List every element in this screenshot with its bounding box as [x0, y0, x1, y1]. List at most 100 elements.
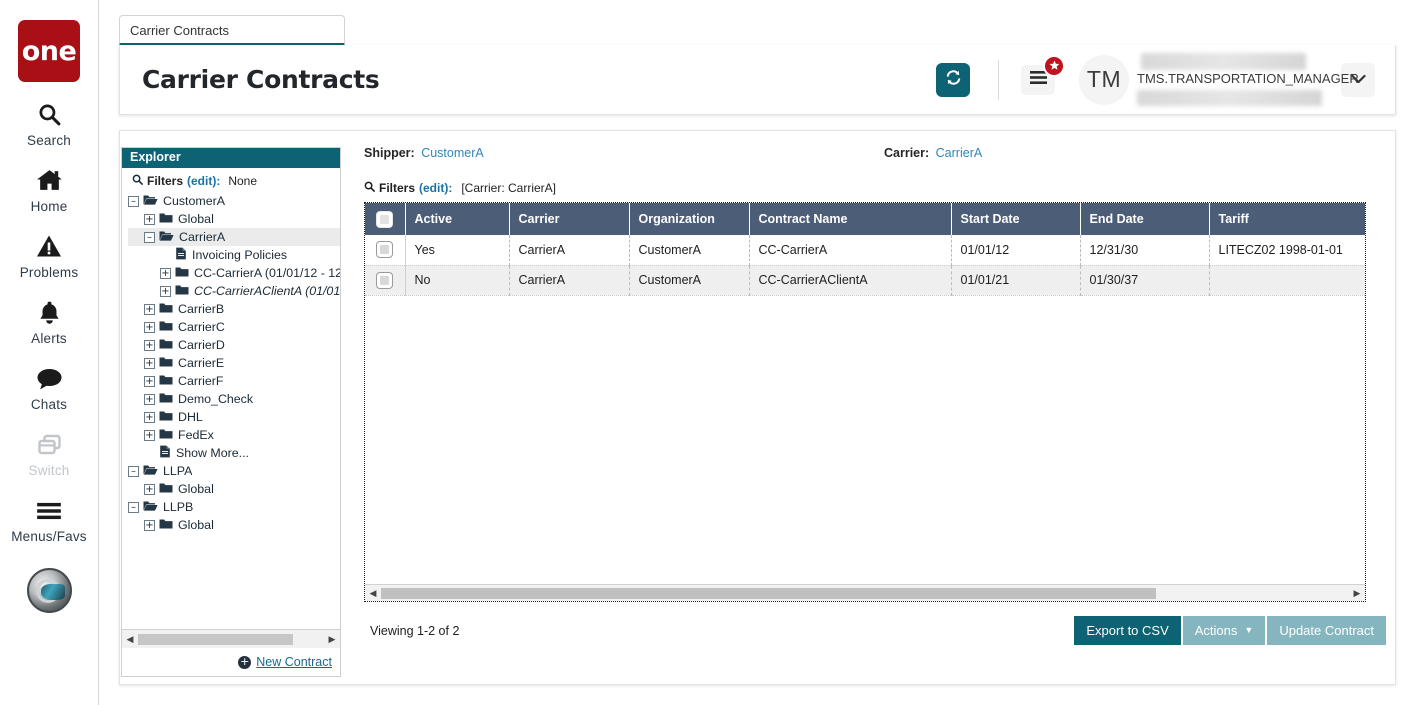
rail-item-alerts[interactable]: Alerts [0, 297, 99, 346]
cell-organization[interactable]: CustomerA [629, 265, 749, 295]
tree-node[interactable]: +CarrierC [128, 318, 340, 336]
tree-expand-icon[interactable]: + [144, 484, 155, 495]
cell-contract_name[interactable]: CC-CarrierAClientA [749, 265, 951, 295]
cell-value: CC-CarrierA [759, 243, 828, 257]
tree-node[interactable]: Show More... [128, 444, 340, 462]
row-select-cell[interactable] [365, 265, 405, 295]
tree-collapse-icon[interactable]: – [128, 502, 139, 513]
cell-carrier[interactable]: CarrierA [509, 265, 629, 295]
tree-node[interactable]: +CarrierB [128, 300, 340, 318]
explorer-horizontal-scrollbar[interactable]: ◀ ▶ [122, 629, 340, 648]
rail-user-avatar-image[interactable] [27, 568, 72, 613]
tree-node[interactable]: +CarrierF [128, 372, 340, 390]
cell-contract_name[interactable]: CC-CarrierA [749, 235, 951, 265]
table-body: YesCarrierACustomerACC-CarrierA01/01/121… [365, 235, 1366, 295]
scroll-left-arrow-icon[interactable]: ◀ [124, 634, 136, 645]
carrier-value[interactable]: CarrierA [936, 146, 983, 160]
tree-node[interactable]: +FedEx [128, 426, 340, 444]
new-contract-link[interactable]: New Contract [256, 655, 332, 669]
tree-node[interactable]: +CC-CarrierA (01/01/12 - 12/31/ [128, 264, 340, 282]
rail-item-switch[interactable]: Switch [0, 429, 99, 478]
shipper-value[interactable]: CustomerA [421, 146, 484, 160]
tree-node[interactable]: +Demo_Check [128, 390, 340, 408]
select-all-header[interactable] [365, 203, 405, 235]
user-avatar[interactable]: TM [1079, 55, 1129, 105]
tree-expand-icon[interactable]: + [144, 520, 155, 531]
update-contract-button[interactable]: Update Contract [1267, 616, 1386, 645]
bell-icon [37, 297, 62, 328]
row-checkbox[interactable] [376, 241, 393, 258]
tree-expand-icon[interactable]: + [160, 268, 171, 279]
actions-button[interactable]: Actions ▼ [1183, 616, 1266, 645]
tree-node[interactable]: +Global [128, 516, 340, 534]
grid-action-buttons: Export to CSV Actions ▼ Update Contract [1074, 616, 1386, 645]
table-row[interactable]: YesCarrierACustomerACC-CarrierA01/01/121… [365, 235, 1366, 265]
rail-item-menus-favs[interactable]: Menus/Favs [0, 495, 99, 544]
brand-logo[interactable]: one [18, 20, 80, 82]
tree-expand-icon[interactable]: + [144, 358, 155, 369]
tree-collapse-icon[interactable]: – [144, 232, 155, 243]
scroll-right-arrow-icon[interactable]: ▶ [1351, 588, 1363, 599]
column-header-active[interactable]: Active [405, 203, 509, 235]
folder-icon [159, 410, 173, 425]
tree-expand-icon[interactable]: + [144, 304, 155, 315]
explorer-scroll-thumb[interactable] [138, 634, 293, 645]
tree-node[interactable]: +Global [128, 210, 340, 228]
select-all-checkbox[interactable] [376, 211, 393, 228]
rail-item-home[interactable]: Home [0, 165, 99, 214]
tree-expand-icon[interactable]: + [144, 376, 155, 387]
tree-node[interactable]: –LLPA [128, 462, 340, 480]
rail-item-chats[interactable]: Chats [0, 363, 99, 412]
tree-node[interactable]: –CarrierA [128, 228, 340, 246]
column-header-end_date[interactable]: End Date [1080, 203, 1209, 235]
cell-start_date: 01/01/12 [951, 235, 1080, 265]
tree-node-label: DHL [178, 410, 203, 424]
tree-node[interactable]: +Global [128, 480, 340, 498]
tree-collapse-icon[interactable]: – [128, 196, 139, 207]
row-checkbox[interactable] [376, 272, 393, 289]
tree-collapse-icon[interactable]: – [128, 466, 139, 477]
row-select-cell[interactable] [365, 235, 405, 265]
tree-node[interactable]: –CustomerA [128, 192, 340, 210]
export-to-csv-button[interactable]: Export to CSV [1074, 616, 1180, 645]
column-header-direction[interactable]: Di [1365, 203, 1366, 235]
table-row[interactable]: NoCarrierACustomerACC-CarrierAClientA01/… [365, 265, 1366, 295]
tree-expand-icon[interactable]: + [144, 340, 155, 351]
tree-node[interactable]: –LLPB [128, 498, 340, 516]
rail-item-search[interactable]: Search [0, 99, 99, 148]
grid-horizontal-scrollbar[interactable]: ◀ ▶ [365, 584, 1365, 601]
refresh-button[interactable] [936, 63, 970, 97]
explorer-filters-edit-link[interactable]: (edit): [187, 174, 220, 188]
scroll-left-arrow-icon[interactable]: ◀ [367, 588, 379, 599]
column-header-start_date[interactable]: Start Date [951, 203, 1080, 235]
tree-node[interactable]: +CarrierE [128, 354, 340, 372]
header-menu-button[interactable] [1021, 65, 1055, 95]
rail-label-search: Search [27, 133, 71, 148]
tree-node[interactable]: + DHL [128, 408, 340, 426]
folder-icon [159, 338, 173, 353]
cell-value: CustomerA [639, 243, 702, 257]
tree-node[interactable]: Invoicing Policies [128, 246, 340, 264]
cell-carrier[interactable]: CarrierA [509, 235, 629, 265]
tree-node-label: CarrierD [178, 338, 225, 352]
column-header-organization[interactable]: Organization [629, 203, 749, 235]
column-header-contract_name[interactable]: Contract Name [749, 203, 951, 235]
scroll-right-arrow-icon[interactable]: ▶ [326, 634, 338, 645]
tree-expand-icon[interactable]: + [144, 412, 155, 423]
grid-scroll-thumb[interactable] [381, 588, 1156, 599]
tree-expand-icon[interactable]: + [144, 430, 155, 441]
tree-expand-icon[interactable]: + [144, 394, 155, 405]
update-label: Update Contract [1279, 623, 1374, 638]
tab-carrier-contracts[interactable]: Carrier Contracts [119, 15, 345, 46]
column-header-tariff[interactable]: Tariff [1209, 203, 1365, 235]
column-header-carrier[interactable]: Carrier [509, 203, 629, 235]
tree-node[interactable]: +CC-CarrierAClientA (01/01/21 - 0 [128, 282, 340, 300]
tree-expand-icon[interactable]: + [144, 214, 155, 225]
grid-filters-edit-link[interactable]: (edit): [419, 181, 452, 195]
tree-expand-icon[interactable]: + [144, 322, 155, 333]
tree-node[interactable]: + CarrierD [128, 336, 340, 354]
cell-organization[interactable]: CustomerA [629, 235, 749, 265]
tree-expand-icon[interactable]: + [160, 286, 171, 297]
rail-item-problems[interactable]: Problems [0, 231, 99, 280]
folder-icon [159, 374, 173, 389]
